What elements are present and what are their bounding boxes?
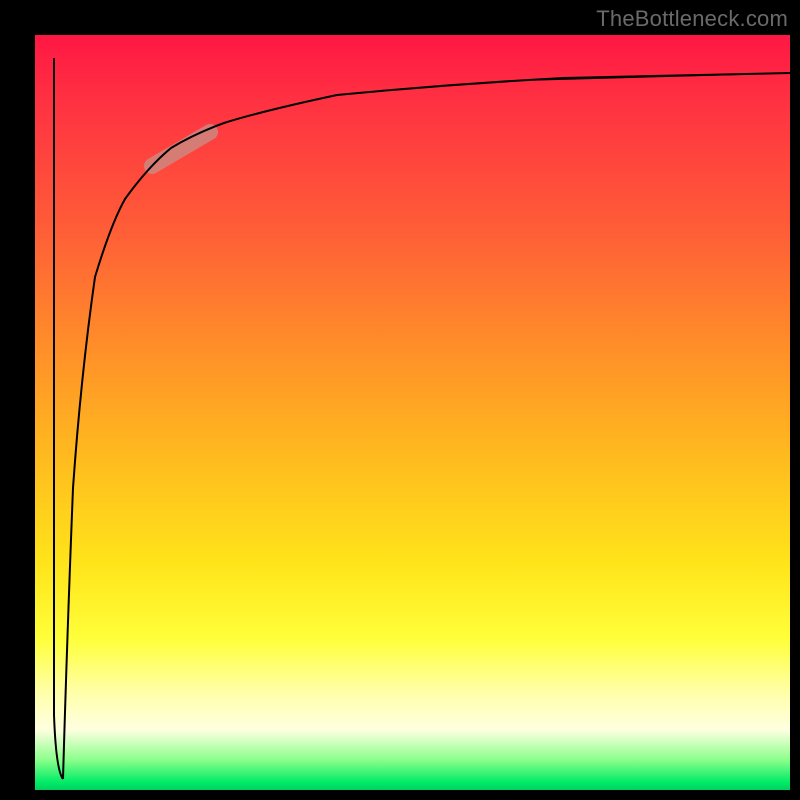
chart-svg [35, 35, 790, 790]
chart-frame: TheBottleneck.com [0, 0, 800, 800]
curve-asymptote [535, 73, 790, 80]
vertical-drop-line [54, 58, 63, 779]
highlight-segment [152, 132, 210, 166]
watermark-text: TheBottleneck.com [596, 6, 788, 32]
plot-area [35, 35, 790, 790]
bottleneck-curve [63, 73, 790, 779]
